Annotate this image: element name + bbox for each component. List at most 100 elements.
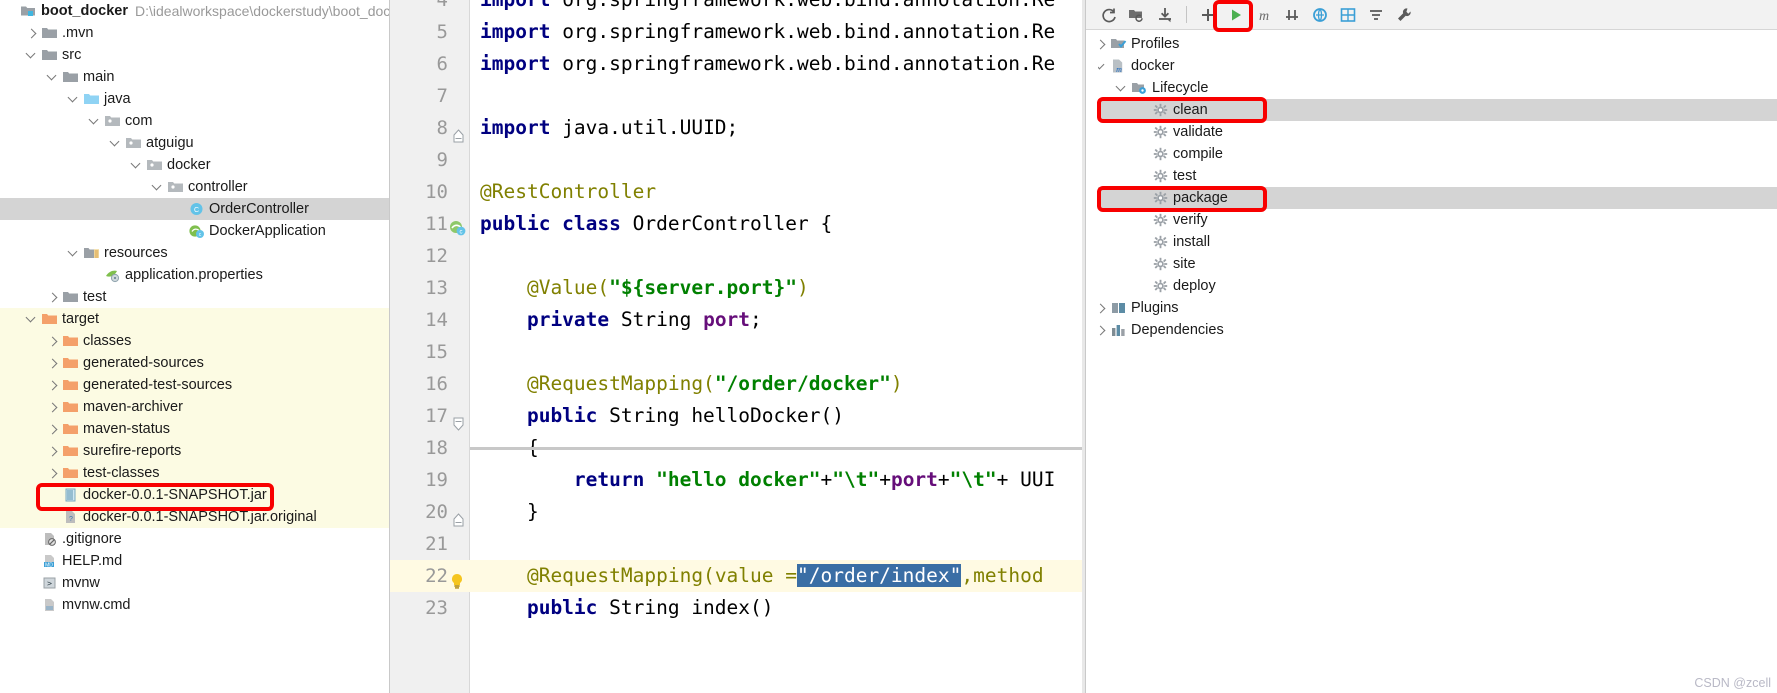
code-line-22[interactable]: 22 @RequestMapping(value ="/order/index"… — [390, 560, 1085, 592]
spring-bean-gutter-icon[interactable]: c — [448, 215, 468, 236]
code-text[interactable]: import org.springframework.web.bind.anno… — [480, 16, 1055, 48]
tree-row-test[interactable]: test — [0, 286, 389, 308]
tree-row-mvnw-cmd[interactable]: mvnw.cmd — [0, 594, 389, 616]
maven-settings-icon[interactable] — [1391, 3, 1417, 27]
code-line-15[interactable]: 15 — [390, 336, 1085, 368]
tree-row-docker-0-0-1-snapshot-jar-original[interactable]: ? docker-0.0.1-SNAPSHOT.jar.original — [0, 506, 389, 528]
chevron-right-icon[interactable] — [46, 467, 59, 480]
code-line-13[interactable]: 13 @Value("${server.port}") — [390, 272, 1085, 304]
code-line-4[interactable]: 4 import org.springframework.web.bind.ann… — [390, 0, 1085, 16]
tree-row-dockerapplication[interactable]: c DockerApplication — [0, 220, 389, 242]
tree-row-ordercontroller[interactable]: C OrderController — [0, 198, 389, 220]
code-text[interactable]: import org.springframework.web.bind.anno… — [480, 0, 1055, 16]
maven-row-test[interactable]: test — [1086, 165, 1777, 187]
reimport-icon[interactable] — [1096, 3, 1122, 27]
generate-sources-icon[interactable] — [1124, 3, 1150, 27]
code-line-7[interactable]: 7 — [390, 80, 1085, 112]
maven-toolbar[interactable]: m — [1086, 0, 1777, 30]
tree-row-generated-test-sources[interactable]: generated-test-sources — [0, 374, 389, 396]
code-line-12[interactable]: 12 — [390, 240, 1085, 272]
code-text[interactable]: import java.util.UUID; — [480, 112, 738, 144]
tree-row-application-properties[interactable]: application.properties — [0, 264, 389, 286]
tree-row-docker-0-0-1-snapshot-jar[interactable]: docker-0.0.1-SNAPSHOT.jar — [0, 484, 389, 506]
code-text[interactable]: } — [480, 496, 539, 528]
tree-row-project-root[interactable]: boot_docker D:\idealworkspace\dockerstud… — [0, 0, 389, 22]
maven-row-docker[interactable]: m docker — [1086, 55, 1777, 77]
code-line-21[interactable]: 21 — [390, 528, 1085, 560]
chevron-down-icon[interactable] — [88, 115, 101, 128]
chevron-right-icon[interactable] — [46, 357, 59, 370]
tree-row-mvn[interactable]: .mvn — [0, 22, 389, 44]
code-line-20[interactable]: 20 } — [390, 496, 1085, 528]
maven-row-clean[interactable]: clean — [1086, 99, 1777, 121]
maven-row-install[interactable]: install — [1086, 231, 1777, 253]
chevron-right-icon[interactable] — [46, 379, 59, 392]
tree-row-src[interactable]: src — [0, 44, 389, 66]
code-text[interactable]: @RequestMapping("/order/docker") — [480, 368, 903, 400]
tree-row-atguigu[interactable]: atguigu — [0, 132, 389, 154]
code-line-9[interactable]: 9 — [390, 144, 1085, 176]
maven-tool-window[interactable]: m Profiles m docker Lifecycle clean validate c… — [1085, 0, 1777, 693]
tree-row-maven-archiver[interactable]: maven-archiver — [0, 396, 389, 418]
tree-row-controller[interactable]: controller — [0, 176, 389, 198]
code-text[interactable]: return "hello docker"+"\t"+port+"\t"+ UU… — [480, 464, 1055, 496]
maven-projects-tree[interactable]: Profiles m docker Lifecycle clean validate com… — [1086, 30, 1777, 341]
maven-row-site[interactable]: site — [1086, 253, 1777, 275]
code-line-23[interactable]: 23 public String index() — [390, 592, 1085, 624]
maven-row-plugins[interactable]: Plugins — [1086, 297, 1777, 319]
maven-row-deploy[interactable]: deploy — [1086, 275, 1777, 297]
project-tool-window[interactable]: boot_docker D:\idealworkspace\dockerstud… — [0, 0, 390, 693]
maven-row-lifecycle[interactable]: Lifecycle — [1086, 77, 1777, 99]
tree-row-target[interactable]: target — [0, 308, 389, 330]
code-line-10[interactable]: 10 @RestController — [390, 176, 1085, 208]
chevron-right-icon[interactable] — [46, 423, 59, 436]
code-line-17[interactable]: 17 public String helloDocker() — [390, 400, 1085, 432]
code-text[interactable]: public class OrderController { — [480, 208, 832, 240]
maven-row-profiles[interactable]: Profiles — [1086, 33, 1777, 55]
code-text[interactable]: @Value("${server.port}") — [480, 272, 809, 304]
run-maven-build-icon[interactable] — [1223, 3, 1249, 27]
code-text[interactable]: public String helloDocker() — [480, 400, 844, 432]
tree-row-com[interactable]: com — [0, 110, 389, 132]
collapse-all-icon[interactable] — [1363, 3, 1389, 27]
chevron-down-icon[interactable] — [1115, 82, 1128, 95]
chevron-down-icon[interactable] — [46, 71, 59, 84]
code-text[interactable]: private String port; — [480, 304, 762, 336]
code-text[interactable]: @RestController — [480, 176, 656, 208]
code-line-14[interactable]: 14 private String port; — [390, 304, 1085, 336]
show-dependencies-icon[interactable] — [1335, 3, 1361, 27]
toggle-offline-icon[interactable] — [1307, 3, 1333, 27]
tree-row-main[interactable]: main — [0, 66, 389, 88]
tree-row-test-classes[interactable]: test-classes — [0, 462, 389, 484]
editor-horizontal-scrollbar[interactable] — [470, 447, 1082, 450]
tree-row-maven-status[interactable]: maven-status — [0, 418, 389, 440]
code-editor[interactable]: 4 import org.springframework.web.bind.ann… — [390, 0, 1085, 693]
chevron-right-icon[interactable] — [46, 401, 59, 414]
maven-row-validate[interactable]: validate — [1086, 121, 1777, 143]
chevron-down-icon[interactable] — [67, 93, 80, 106]
maven-row-package[interactable]: package — [1086, 187, 1777, 209]
code-line-19[interactable]: 19 return "hello docker"+"\t"+port+"\t"+… — [390, 464, 1085, 496]
maven-row-dependencies[interactable]: Dependencies — [1086, 319, 1777, 341]
tree-row-java[interactable]: java — [0, 88, 389, 110]
chevron-right-icon[interactable] — [25, 27, 38, 40]
chevron-down-icon[interactable] — [109, 137, 122, 150]
maven-row-verify[interactable]: verify — [1086, 209, 1777, 231]
maven-row-compile[interactable]: compile — [1086, 143, 1777, 165]
code-fold-start-icon[interactable] — [452, 409, 465, 431]
tree-row-classes[interactable]: classes — [0, 330, 389, 352]
code-line-6[interactable]: 6 import org.springframework.web.bind.ann… — [390, 48, 1085, 80]
code-line-8[interactable]: 8 import java.util.UUID; — [390, 112, 1085, 144]
code-line-5[interactable]: 5 import org.springframework.web.bind.ann… — [390, 16, 1085, 48]
tree-row-gitignore[interactable]: .gitignore — [0, 528, 389, 550]
download-sources-icon[interactable] — [1152, 3, 1178, 27]
tree-row-help-md[interactable]: MD HELP.md — [0, 550, 389, 572]
add-maven-project-icon[interactable] — [1195, 3, 1221, 27]
toggle-skip-tests-icon[interactable] — [1279, 3, 1305, 27]
code-line-16[interactable]: 16 @RequestMapping("/order/docker") — [390, 368, 1085, 400]
code-text[interactable]: public String index() — [480, 592, 774, 624]
tree-row-docker[interactable]: docker — [0, 154, 389, 176]
chevron-right-icon[interactable] — [46, 335, 59, 348]
chevron-down-icon[interactable] — [67, 247, 80, 260]
chevron-right-icon[interactable] — [46, 291, 59, 304]
